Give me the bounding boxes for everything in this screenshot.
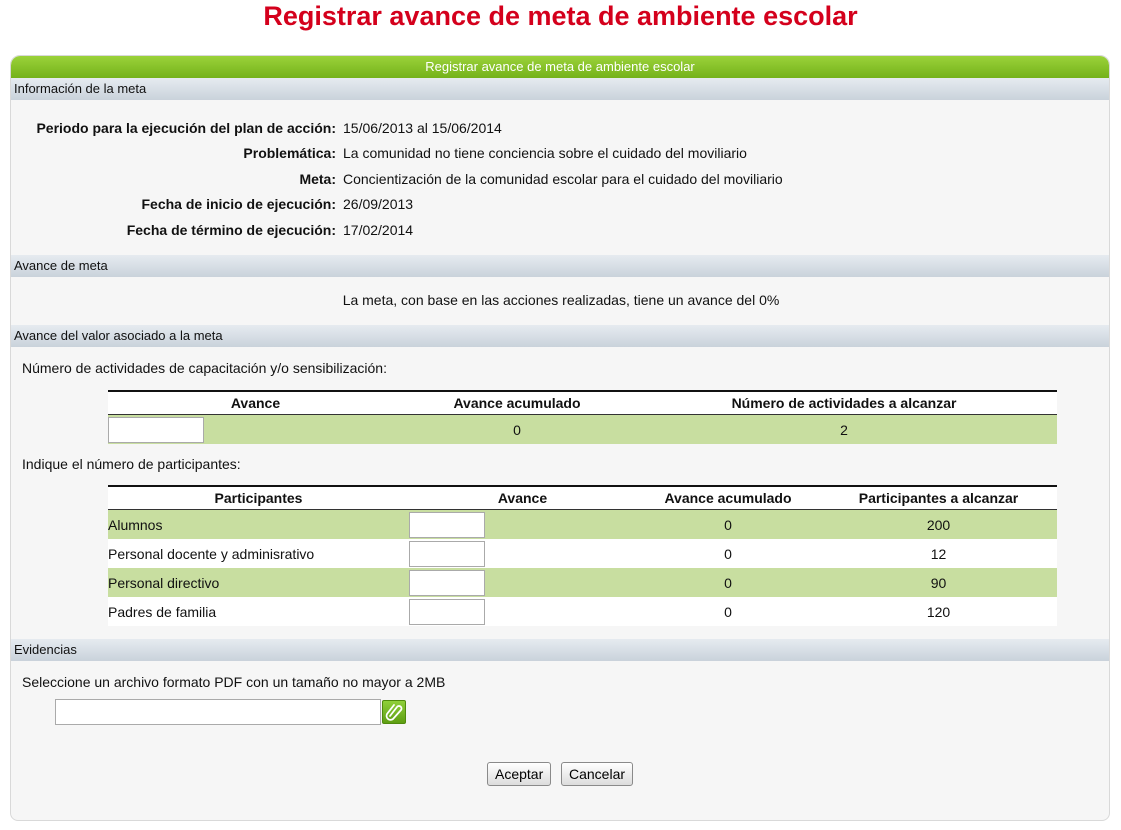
accept-button[interactable]: Aceptar xyxy=(487,762,552,786)
participants-table: Participantes Avance Avance acumulado Pa… xyxy=(108,485,1057,626)
participant-alcanzar: 200 xyxy=(820,509,1057,539)
form-panel: Registrar avance de meta de ambiente esc… xyxy=(10,55,1110,821)
section-info-title: Información de la meta xyxy=(11,78,1109,100)
participant-avance-cell xyxy=(409,539,636,568)
activities-alcanzar: 2 xyxy=(631,414,1057,444)
section-evidence-title: Evidencias xyxy=(11,639,1109,661)
cancel-button[interactable]: Cancelar xyxy=(561,762,634,786)
attach-file-button[interactable] xyxy=(382,700,406,724)
participant-avance-input-docente[interactable] xyxy=(409,540,485,567)
participant-avance-input-directivo[interactable] xyxy=(409,569,485,596)
progress-text: La meta, con base en las acciones realiz… xyxy=(342,292,780,308)
table-row: Personal docente y adminisrativo 0 12 xyxy=(108,539,1057,568)
info-label-fecha-inicio: Fecha de inicio de ejecución: xyxy=(141,196,337,212)
evidence-prompt: Seleccione un archivo formato PDF con un… xyxy=(22,674,446,690)
participant-name: Personal directivo xyxy=(108,568,409,597)
participant-avance-input-alumnos[interactable] xyxy=(409,511,485,538)
info-row-fecha-termino: Fecha de término de ejecución: 17/02/201… xyxy=(11,220,1109,240)
activities-table: Avance Avance acumulado Número de activi… xyxy=(108,390,1057,444)
info-row-meta: Meta: Concientización de la comunidad es… xyxy=(11,169,1109,189)
participant-alcanzar: 12 xyxy=(820,539,1057,568)
participants-header-avance: Avance xyxy=(409,486,636,510)
table-row: 0 2 xyxy=(108,414,1057,444)
participants-header-name: Participantes xyxy=(108,486,409,510)
activities-prompt: Número de actividades de capacitación y/… xyxy=(22,360,387,376)
info-label-problematica: Problemática: xyxy=(243,145,336,161)
info-row-periodo: Periodo para la ejecución del plan de ac… xyxy=(11,118,1109,138)
participant-avance-cell xyxy=(409,597,636,626)
activities-avance-cell xyxy=(108,414,403,444)
table-row: Personal directivo 0 90 xyxy=(108,568,1057,597)
participant-acumulado: 0 xyxy=(636,509,820,539)
activities-header-acumulado: Avance acumulado xyxy=(403,391,631,415)
section-progress-title: Avance de meta xyxy=(11,255,1109,277)
participant-acumulado: 0 xyxy=(636,539,820,568)
info-label-periodo: Periodo para la ejecución del plan de ac… xyxy=(36,120,336,136)
participants-header-acumulado: Avance acumulado xyxy=(636,486,820,510)
participant-acumulado: 0 xyxy=(636,597,820,626)
activities-header-avance: Avance xyxy=(108,391,403,415)
participant-name: Padres de familia xyxy=(108,597,409,626)
participant-name: Personal docente y adminisrativo xyxy=(108,539,409,568)
info-value-fecha-termino: 17/02/2014 xyxy=(343,222,414,238)
info-label-fecha-termino: Fecha de término de ejecución: xyxy=(126,222,336,238)
participants-header-alcanzar: Participantes a alcanzar xyxy=(820,486,1057,510)
participant-avance-input-padres[interactable] xyxy=(409,598,485,625)
evidence-file-input[interactable] xyxy=(55,699,381,725)
table-row: Alumnos 0 200 xyxy=(108,509,1057,539)
participant-name: Alumnos xyxy=(108,509,409,539)
info-value-periodo: 15/06/2013 al 15/06/2014 xyxy=(343,120,502,136)
info-label-meta: Meta: xyxy=(299,171,336,187)
table-row: Padres de familia 0 120 xyxy=(108,597,1057,626)
info-row-fecha-inicio: Fecha de inicio de ejecución: 26/09/2013 xyxy=(11,194,1109,214)
participant-alcanzar: 120 xyxy=(820,597,1057,626)
panel-header: Registrar avance de meta de ambiente esc… xyxy=(11,56,1109,78)
page-title: Registrar avance de meta de ambiente esc… xyxy=(263,1,858,31)
info-value-problematica: La comunidad no tiene conciencia sobre e… xyxy=(343,145,747,161)
activities-header-alcanzar: Número de actividades a alcanzar xyxy=(631,391,1057,415)
participant-acumulado: 0 xyxy=(636,568,820,597)
activities-avance-input[interactable] xyxy=(108,416,204,443)
section-value-title: Avance del valor asociado a la meta xyxy=(11,325,1109,347)
paperclip-icon xyxy=(385,704,403,721)
info-value-meta: Concientización de la comunidad escolar … xyxy=(343,171,783,187)
info-value-fecha-inicio: 26/09/2013 xyxy=(343,196,414,212)
participant-alcanzar: 90 xyxy=(820,568,1057,597)
participant-avance-cell xyxy=(409,509,636,539)
activities-acumulado: 0 xyxy=(403,414,631,444)
info-row-problematica: Problemática: La comunidad no tiene conc… xyxy=(11,143,1109,163)
participant-avance-cell xyxy=(409,568,636,597)
participants-prompt: Indique el número de participantes: xyxy=(22,456,241,472)
